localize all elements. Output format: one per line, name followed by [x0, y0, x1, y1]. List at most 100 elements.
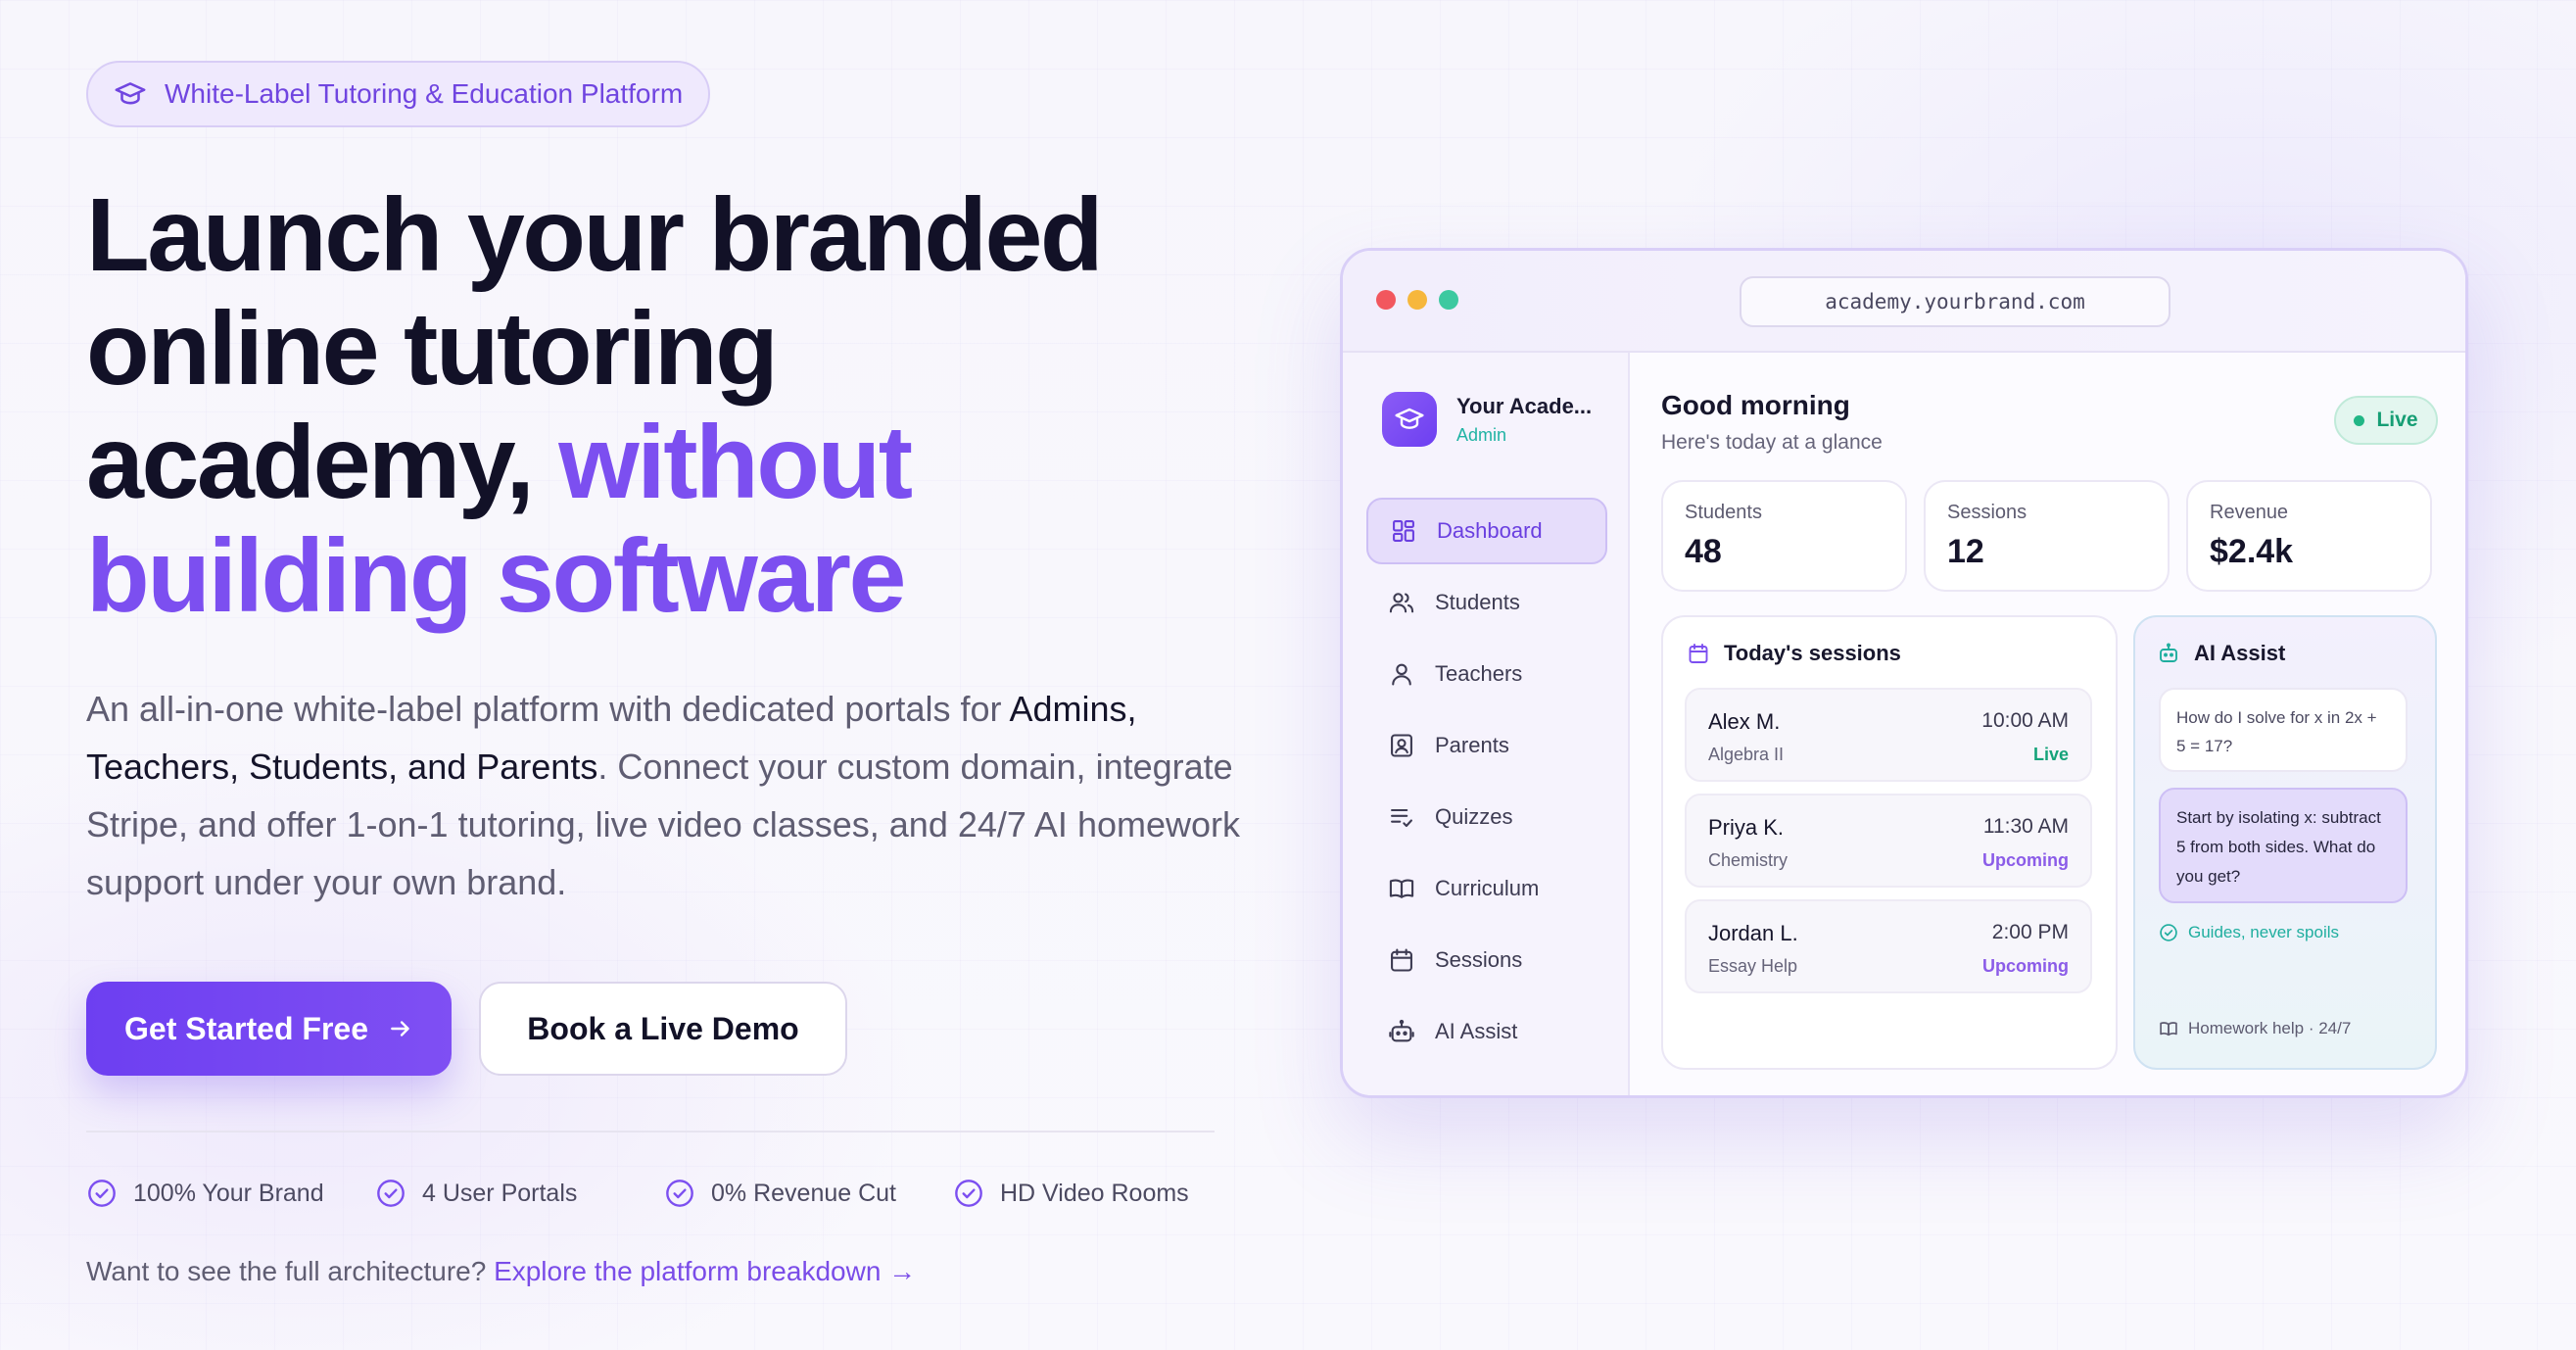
user-role: Admin [1456, 424, 1507, 445]
sidebar-item-ai-assist[interactable]: AI Assist [1366, 998, 1607, 1065]
feature-list: 100% Your Brand 4 User Portals 0% Revenu… [86, 1178, 1222, 1209]
headline-line-2: online tutoring [86, 291, 779, 407]
stat-value: $2.4k [2210, 533, 2294, 570]
stat-card-sessions: Sessions 12 [1924, 480, 2170, 592]
dashboard-icon [1393, 520, 1414, 542]
sidebar-item-label: Curriculum [1435, 876, 1540, 900]
window-titlebar: academy.yourbrand.com [1343, 251, 2465, 353]
graduation-cap-icon [1395, 408, 1424, 429]
hero-section: White-Label Tutoring & Education Platfor… [86, 61, 1240, 1287]
session-time: 10:00 AM [1981, 709, 2069, 732]
session-subject: Essay Help [1708, 956, 1798, 976]
address-bar: academy.yourbrand.com [1740, 276, 2171, 327]
session-row[interactable]: Jordan L. Essay Help 2:00 PM Upcoming [1685, 899, 2092, 993]
sidebar-item-label: Students [1435, 590, 1520, 614]
sidebar-item-label: Teachers [1435, 661, 1523, 686]
homework-help-label: Homework help · 24/7 [2188, 1019, 2352, 1037]
greeting: Good morning Here's today at a glance [1661, 390, 1883, 455]
divider [86, 1131, 1215, 1133]
sidebar-item-label: Sessions [1435, 947, 1523, 972]
todays-sessions-card: Today's sessions Alex M. Algebra II 10:0… [1661, 615, 2118, 1070]
sidebar-nav: Dashboard Students Teachers Parents Quiz… [1366, 498, 1607, 1070]
academy-brand: Your Acade... Admin [1382, 392, 1592, 447]
check-circle-icon [955, 1180, 982, 1207]
stat-card-revenue: Revenue $2.4k [2186, 480, 2432, 592]
session-time: 11:30 AM [1982, 815, 2069, 838]
guides-note: Guides, never spoils [2159, 923, 2339, 942]
feature-label: 4 User Portals [422, 1179, 578, 1207]
get-started-label: Get Started Free [124, 1010, 368, 1046]
session-student: Alex M. [1708, 709, 1781, 734]
ai-assist-card: AI Assist How do I solve for x in 2x + 5… [2133, 615, 2437, 1070]
sidebar-item-label: AI Assist [1435, 1019, 1518, 1043]
sidebar-item-curriculum[interactable]: Curriculum [1366, 855, 1607, 922]
academy-logo [1382, 392, 1437, 447]
explore-prefix: Want to see the full architecture? [86, 1256, 495, 1286]
stat-label: Sessions [1947, 502, 2027, 523]
sessions-title-label: Today's sessions [1724, 641, 1901, 665]
feature-item: 4 User Portals [375, 1178, 664, 1209]
feature-label: HD Video Rooms [1000, 1179, 1189, 1207]
sidebar-item-parents[interactable]: Parents [1366, 712, 1607, 779]
session-subject: Algebra II [1708, 745, 1785, 764]
close-dot [1376, 290, 1396, 310]
check-circle-icon [666, 1180, 693, 1207]
live-dot [2354, 414, 2365, 426]
sidebar-item-quizzes[interactable]: Quizzes [1366, 784, 1607, 850]
session-student: Jordan L. [1708, 921, 1798, 945]
mockup-main: Good morning Here's today at a glance Li… [1630, 353, 2465, 1095]
checklist-icon [1391, 808, 1412, 828]
sidebar-item-students[interactable]: Students [1366, 569, 1607, 636]
dashboard-mockup-window: academy.yourbrand.com Your Acade... Admi… [1340, 248, 2468, 1098]
category-badge: White-Label Tutoring & Education Platfor… [86, 61, 711, 127]
sidebar-item-dashboard[interactable]: Dashboard [1366, 498, 1607, 564]
headline-accent-2: building software [86, 518, 906, 634]
book-icon [1389, 879, 1414, 898]
headline-line-3: academy, [86, 405, 559, 520]
ai-answer-bubble: Start by isolating x: subtract 5 from bo… [2159, 788, 2408, 903]
session-row[interactable]: Alex M. Algebra II 10:00 AM Live [1685, 688, 2092, 782]
stat-label: Students [1685, 502, 1762, 523]
check-circle-icon [377, 1180, 405, 1207]
explore-line: Want to see the full architecture? Explo… [86, 1256, 1222, 1287]
sidebar-item-label: Parents [1435, 733, 1509, 757]
mockup-sidebar: Your Acade... Admin Dashboard Students T… [1343, 353, 1630, 1095]
feature-label: 0% Revenue Cut [711, 1179, 897, 1207]
platform-breakdown-link[interactable]: Explore the platform breakdown → [494, 1256, 916, 1286]
stat-value: 12 [1947, 533, 1984, 570]
portrait-icon [1391, 734, 1412, 757]
session-row[interactable]: Priya K. Chemistry 11:30 AM Upcoming [1685, 794, 2092, 888]
hero-headline: Launch your branded online tutoring acad… [86, 178, 1222, 633]
student-question-bubble: How do I solve for x in 2x + 5 = 17? [2159, 688, 2408, 772]
feature-item: HD Video Rooms [953, 1178, 1208, 1209]
live-status-badge: Live [2334, 396, 2438, 445]
feature-item: 0% Revenue Cut [664, 1178, 953, 1209]
book-demo-label: Book a Live Demo [527, 1010, 799, 1046]
ai-card-title: AI Assist [2157, 641, 2285, 666]
session-subject: Chemistry [1708, 850, 1789, 870]
feature-label: 100% Your Brand [133, 1179, 324, 1207]
guides-label: Guides, never spoils [2188, 923, 2340, 941]
session-status: Upcoming [1982, 850, 2069, 870]
description-text-1: An all-in-one white-label platform with … [86, 689, 1010, 729]
sidebar-item-teachers[interactable]: Teachers [1366, 641, 1607, 707]
arrow-right-icon [391, 1021, 409, 1037]
book-icon [2160, 1022, 2177, 1037]
sidebar-item-sessions[interactable]: Sessions [1366, 927, 1607, 993]
feature-item: 100% Your Brand [86, 1178, 375, 1209]
stat-value: 48 [1685, 533, 1722, 570]
sidebar-item-label: Quizzes [1435, 804, 1513, 829]
user-icon [1392, 663, 1411, 686]
minimize-dot [1407, 290, 1427, 310]
get-started-button[interactable]: Get Started Free [86, 982, 452, 1076]
sessions-card-title: Today's sessions [1687, 641, 1901, 666]
calendar-icon [1689, 644, 1708, 663]
check-circle-icon [88, 1180, 116, 1207]
greeting-title: Good morning [1661, 390, 1850, 420]
maximize-dot [1439, 290, 1458, 310]
session-status: Live [2032, 745, 2069, 764]
stat-label: Revenue [2210, 502, 2289, 523]
book-demo-button[interactable]: Book a Live Demo [479, 982, 847, 1076]
session-status: Upcoming [1982, 956, 2069, 976]
live-label: Live [2376, 409, 2418, 431]
